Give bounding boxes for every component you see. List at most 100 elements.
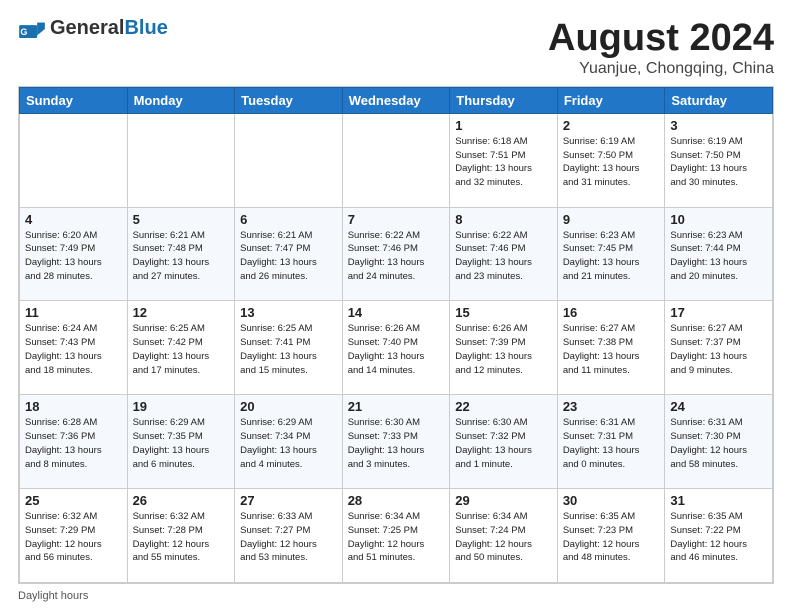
calendar-cell: 8 Sunrise: 6:22 AM Sunset: 7:46 PM Daylig…: [450, 207, 558, 301]
day-number: 5: [133, 212, 230, 227]
weekday-header: Tuesday: [235, 87, 343, 113]
day-info: Sunrise: 6:19 AM Sunset: 7:50 PM Dayligh…: [563, 135, 660, 190]
day-number: 8: [455, 212, 552, 227]
day-info: Sunrise: 6:32 AM Sunset: 7:29 PM Dayligh…: [25, 510, 122, 565]
day-info: Sunrise: 6:31 AM Sunset: 7:30 PM Dayligh…: [670, 416, 767, 471]
calendar-cell: 12 Sunrise: 6:25 AM Sunset: 7:42 PM Dayli…: [127, 301, 235, 395]
day-number: 14: [348, 305, 445, 320]
calendar-cell: 24 Sunrise: 6:31 AM Sunset: 7:30 PM Dayli…: [665, 395, 773, 489]
day-info: Sunrise: 6:28 AM Sunset: 7:36 PM Dayligh…: [25, 416, 122, 471]
calendar-cell: [235, 113, 343, 207]
day-number: 9: [563, 212, 660, 227]
calendar-cell: 22Sunrise: 6:30 AM Sunset: 7:32 PM Dayli…: [450, 395, 558, 489]
day-number: 28: [348, 493, 445, 508]
location-subtitle: Yuanjue, Chongqing, China: [548, 60, 774, 78]
day-number: 26: [133, 493, 230, 508]
day-number: 10: [670, 212, 767, 227]
day-info: Sunrise: 6:21 AM Sunset: 7:47 PM Dayligh…: [240, 229, 337, 284]
weekday-header-row: SundayMondayTuesdayWednesdayThursdayFrid…: [20, 87, 773, 113]
day-number: 11: [25, 305, 122, 320]
day-info: Sunrise: 6:21 AM Sunset: 7:48 PM Dayligh…: [133, 229, 230, 284]
day-number: 29: [455, 493, 552, 508]
calendar-cell: 26 Sunrise: 6:32 AM Sunset: 7:28 PM Dayli…: [127, 489, 235, 583]
weekday-header: Thursday: [450, 87, 558, 113]
day-number: 18: [25, 399, 122, 414]
calendar-cell: 18 Sunrise: 6:28 AM Sunset: 7:36 PM Dayli…: [20, 395, 128, 489]
calendar-cell: 16Sunrise: 6:27 AM Sunset: 7:38 PM Dayli…: [557, 301, 665, 395]
calendar-cell: 27Sunrise: 6:33 AM Sunset: 7:27 PM Dayli…: [235, 489, 343, 583]
calendar-cell: 3 Sunrise: 6:19 AM Sunset: 7:50 PM Daylig…: [665, 113, 773, 207]
day-info: Sunrise: 6:33 AM Sunset: 7:27 PM Dayligh…: [240, 510, 337, 565]
calendar-cell: 15 Sunrise: 6:26 AM Sunset: 7:39 PM Dayli…: [450, 301, 558, 395]
calendar-cell: 23 Sunrise: 6:31 AM Sunset: 7:31 PM Dayli…: [557, 395, 665, 489]
day-info: Sunrise: 6:27 AM Sunset: 7:37 PM Dayligh…: [670, 322, 767, 377]
day-number: 15: [455, 305, 552, 320]
day-number: 6: [240, 212, 337, 227]
day-number: 30: [563, 493, 660, 508]
day-number: 21: [348, 399, 445, 414]
day-number: 2: [563, 118, 660, 133]
calendar-cell: 13Sunrise: 6:25 AM Sunset: 7:41 PM Dayli…: [235, 301, 343, 395]
calendar-cell: 19Sunrise: 6:29 AM Sunset: 7:35 PM Dayli…: [127, 395, 235, 489]
calendar-week-row: 18 Sunrise: 6:28 AM Sunset: 7:36 PM Dayli…: [20, 395, 773, 489]
logo-text-area: GeneralBlue: [50, 18, 168, 38]
day-info: Sunrise: 6:29 AM Sunset: 7:34 PM Dayligh…: [240, 416, 337, 471]
calendar-cell: 7Sunrise: 6:22 AM Sunset: 7:46 PM Daylig…: [342, 207, 450, 301]
calendar-cell: [342, 113, 450, 207]
day-number: 1: [455, 118, 552, 133]
day-info: Sunrise: 6:35 AM Sunset: 7:23 PM Dayligh…: [563, 510, 660, 565]
calendar-cell: 20Sunrise: 6:29 AM Sunset: 7:34 PM Dayli…: [235, 395, 343, 489]
day-info: Sunrise: 6:18 AM Sunset: 7:51 PM Dayligh…: [455, 135, 552, 190]
calendar-cell: 30 Sunrise: 6:35 AM Sunset: 7:23 PM Dayli…: [557, 489, 665, 583]
calendar-cell: 29Sunrise: 6:34 AM Sunset: 7:24 PM Dayli…: [450, 489, 558, 583]
calendar-cell: 25 Sunrise: 6:32 AM Sunset: 7:29 PM Dayli…: [20, 489, 128, 583]
day-number: 24: [670, 399, 767, 414]
header: G GeneralBlue August 2024 Yuanjue, Chong…: [18, 18, 774, 78]
calendar-week-row: 11 Sunrise: 6:24 AM Sunset: 7:43 PM Dayli…: [20, 301, 773, 395]
calendar-cell: 6 Sunrise: 6:21 AM Sunset: 7:47 PM Daylig…: [235, 207, 343, 301]
calendar-cell: 17Sunrise: 6:27 AM Sunset: 7:37 PM Dayli…: [665, 301, 773, 395]
day-number: 25: [25, 493, 122, 508]
daylight-label: Daylight hours: [18, 590, 88, 602]
day-info: Sunrise: 6:20 AM Sunset: 7:49 PM Dayligh…: [25, 229, 122, 284]
day-info: Sunrise: 6:24 AM Sunset: 7:43 PM Dayligh…: [25, 322, 122, 377]
day-info: Sunrise: 6:22 AM Sunset: 7:46 PM Dayligh…: [455, 229, 552, 284]
day-info: Sunrise: 6:31 AM Sunset: 7:31 PM Dayligh…: [563, 416, 660, 471]
weekday-header: Saturday: [665, 87, 773, 113]
logo-icon: G: [18, 20, 46, 38]
calendar: SundayMondayTuesdayWednesdayThursdayFrid…: [18, 86, 774, 584]
day-number: 3: [670, 118, 767, 133]
day-number: 7: [348, 212, 445, 227]
day-number: 4: [25, 212, 122, 227]
calendar-cell: 5 Sunrise: 6:21 AM Sunset: 7:48 PM Daylig…: [127, 207, 235, 301]
weekday-header: Sunday: [20, 87, 128, 113]
day-info: Sunrise: 6:23 AM Sunset: 7:44 PM Dayligh…: [670, 229, 767, 284]
calendar-cell: 11 Sunrise: 6:24 AM Sunset: 7:43 PM Dayli…: [20, 301, 128, 395]
day-info: Sunrise: 6:30 AM Sunset: 7:32 PM Dayligh…: [455, 416, 552, 471]
day-info: Sunrise: 6:19 AM Sunset: 7:50 PM Dayligh…: [670, 135, 767, 190]
weekday-header: Wednesday: [342, 87, 450, 113]
day-info: Sunrise: 6:26 AM Sunset: 7:40 PM Dayligh…: [348, 322, 445, 377]
calendar-cell: 9 Sunrise: 6:23 AM Sunset: 7:45 PM Daylig…: [557, 207, 665, 301]
day-info: Sunrise: 6:32 AM Sunset: 7:28 PM Dayligh…: [133, 510, 230, 565]
logo-blue: Blue: [124, 17, 167, 39]
page: G GeneralBlue August 2024 Yuanjue, Chong…: [0, 0, 792, 612]
day-number: 23: [563, 399, 660, 414]
calendar-cell: 14 Sunrise: 6:26 AM Sunset: 7:40 PM Dayli…: [342, 301, 450, 395]
day-info: Sunrise: 6:34 AM Sunset: 7:25 PM Dayligh…: [348, 510, 445, 565]
weekday-header: Friday: [557, 87, 665, 113]
svg-text:G: G: [20, 27, 27, 37]
month-title: August 2024: [548, 18, 774, 60]
calendar-cell: 10 Sunrise: 6:23 AM Sunset: 7:44 PM Dayli…: [665, 207, 773, 301]
calendar-cell: 21 Sunrise: 6:30 AM Sunset: 7:33 PM Dayli…: [342, 395, 450, 489]
calendar-cell: 1 Sunrise: 6:18 AM Sunset: 7:51 PM Daylig…: [450, 113, 558, 207]
day-info: Sunrise: 6:23 AM Sunset: 7:45 PM Dayligh…: [563, 229, 660, 284]
day-info: Sunrise: 6:25 AM Sunset: 7:42 PM Dayligh…: [133, 322, 230, 377]
day-info: Sunrise: 6:26 AM Sunset: 7:39 PM Dayligh…: [455, 322, 552, 377]
day-info: Sunrise: 6:29 AM Sunset: 7:35 PM Dayligh…: [133, 416, 230, 471]
day-number: 12: [133, 305, 230, 320]
day-info: Sunrise: 6:30 AM Sunset: 7:33 PM Dayligh…: [348, 416, 445, 471]
day-info: Sunrise: 6:25 AM Sunset: 7:41 PM Dayligh…: [240, 322, 337, 377]
weekday-header: Monday: [127, 87, 235, 113]
calendar-cell: [20, 113, 128, 207]
